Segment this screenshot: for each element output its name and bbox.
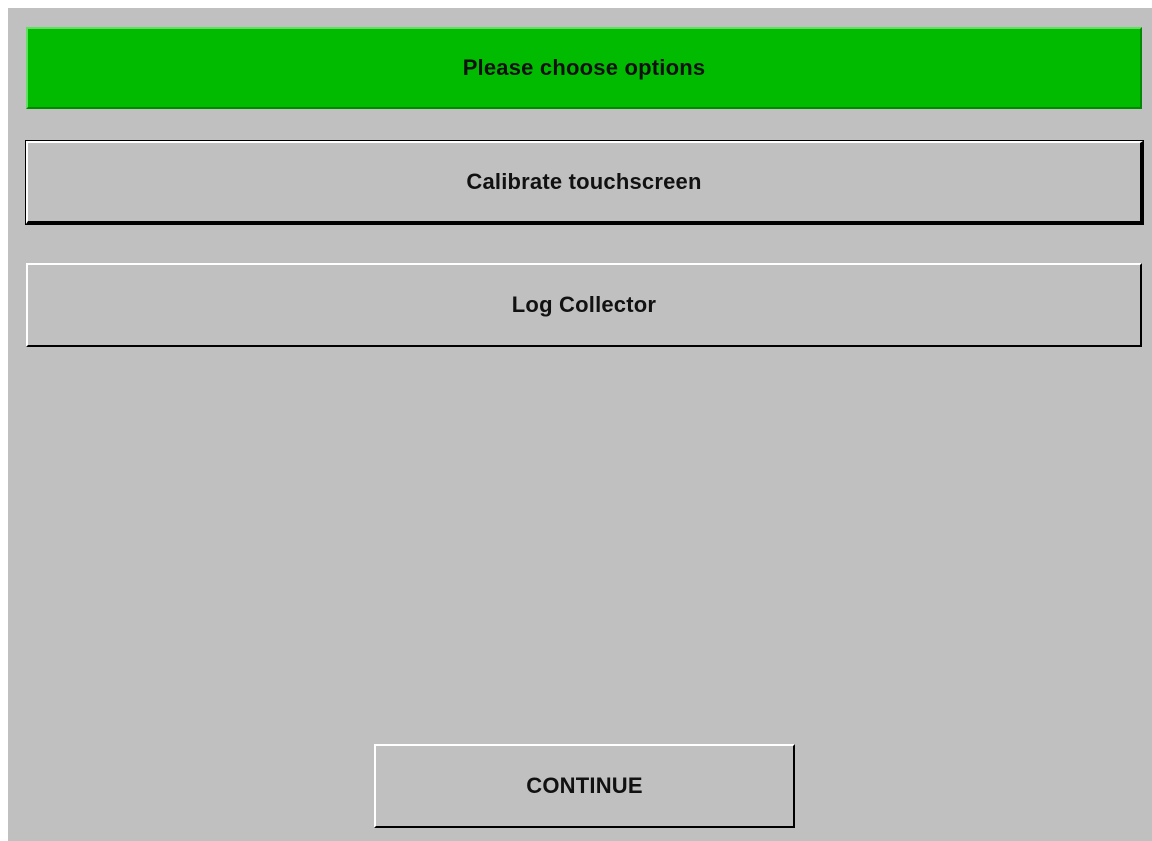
continue-label: CONTINUE [526,773,643,798]
header-banner: Please choose options [26,27,1142,109]
log-collector-button[interactable]: Log Collector [26,263,1142,347]
continue-button[interactable]: CONTINUE [374,744,795,828]
log-collector-label: Log Collector [511,292,657,317]
options-screen: Please choose options Calibrate touchscr… [8,8,1152,841]
calibrate-touchscreen-label: Calibrate touchscreen [466,169,702,194]
calibrate-touchscreen-button[interactable]: Calibrate touchscreen [25,140,1144,225]
header-title: Please choose options [462,55,706,80]
